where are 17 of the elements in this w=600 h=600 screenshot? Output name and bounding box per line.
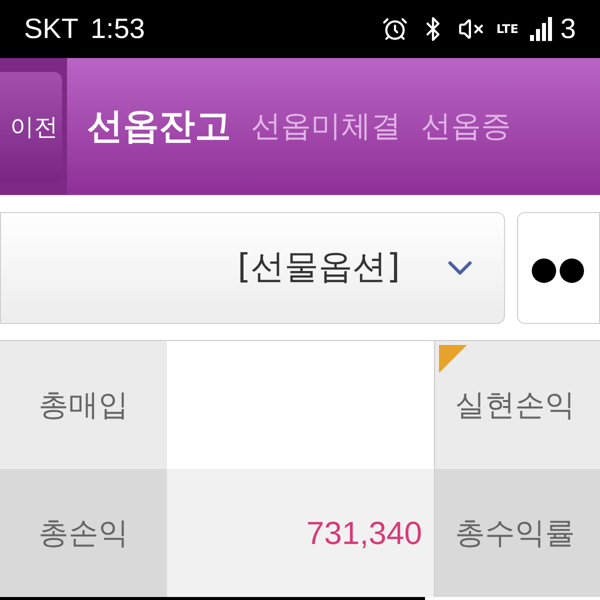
battery-text: 3 (560, 12, 576, 46)
mute-icon (458, 16, 484, 42)
account-dropdown[interactable]: [선물옵션] (0, 212, 505, 324)
value-cell: 731,340 (167, 469, 435, 597)
label-cell: 총손익 (0, 469, 167, 597)
alarm-icon (382, 16, 408, 42)
dropdown-value: [선물옵션] (237, 246, 400, 289)
label-text: 총수익률 (455, 514, 575, 552)
label-text: 실현손익 (455, 386, 575, 424)
carrier-text: SKT (24, 12, 78, 46)
network-text: LTE (496, 21, 518, 38)
label-cell: 총매입 (0, 341, 167, 469)
signal-icon (530, 17, 552, 41)
clock-text: 1:53 (90, 12, 145, 46)
back-button[interactable]: 이전 (0, 72, 62, 182)
password-field[interactable]: ●● (517, 212, 600, 324)
tab[interactable]: 선옵잔고 (87, 100, 231, 154)
